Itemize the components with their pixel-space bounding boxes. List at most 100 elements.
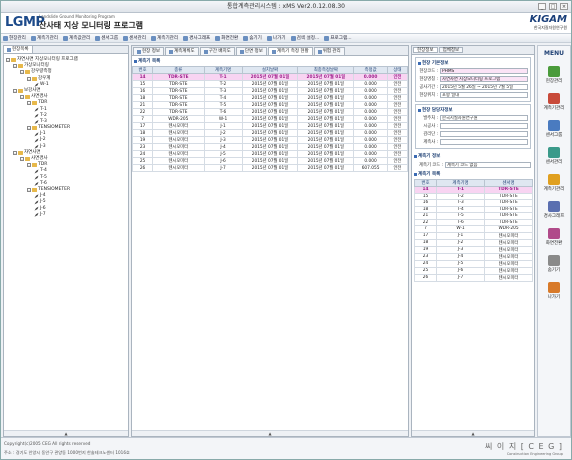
group-code-field[interactable]: 계측기 코드 없음 [445,162,531,168]
table-row[interactable]: 14 TDR-STE T-1 2015년 07월 01일 2015년 07월 01일 0.… [131,73,409,81]
expand-toggle-icon[interactable]: - [20,157,24,162]
table-row[interactable]: 18 텐시오미터 J-2 2015년 07월 01일 2015년 07월 01일 0.00… [131,129,409,137]
list-row[interactable]: 26 J-7 텐시오미터 [414,273,533,282]
minimize-button[interactable]: _ [538,3,546,10]
expand-toggle-icon[interactable]: - [20,95,24,100]
menu-item-4[interactable]: 센서관리 [123,35,146,41]
left-scrollbar[interactable]: ▲ [4,430,128,436]
side-menu-item-6[interactable]: 화면전환 [538,228,570,246]
side-menu-item-3[interactable]: 센서관리 [538,147,570,165]
menu-item-6[interactable]: 경사그래프 [183,35,210,41]
column-header[interactable]: 설치날짜 [241,66,299,74]
table-row[interactable]: 21 TDR-STE T-5 2015년 07월 01일 2015년 07월 01일 0.… [131,101,409,109]
column-header[interactable]: 번호 [131,66,154,74]
table-row[interactable]: 7 WDR-205 W-1 2015년 07월 01일 2015년 07월 01일 0.0… [131,115,409,123]
expand-toggle-icon[interactable]: - [13,64,17,69]
column-header[interactable]: 종류 [152,66,205,74]
list-row[interactable]: 19 J-3 텐시오미터 [414,245,533,254]
right-tab-1[interactable]: 업체정보 [438,47,464,53]
table-row[interactable]: 22 TDR-STE T-6 2015년 07월 01일 2015년 07월 01일 0.… [131,108,409,116]
field-value[interactable]: PHMS [440,68,528,74]
tab-0[interactable]: 현장 정보 [133,47,164,55]
side-menu-item-5[interactable]: 경사그래프 [538,201,570,219]
field-value[interactable] [440,139,528,145]
column-header[interactable]: 계측기명 [203,66,243,74]
right-tab-0[interactable]: 현장정보 [413,47,438,53]
table-row[interactable]: 15 TDR-STE T-2 2015년 07월 01일 2015년 07월 01일 0.… [131,80,409,88]
table-row[interactable]: 25 텐시오미터 J-6 2015년 07월 01일 2015년 07월 01일 0.00… [131,157,409,165]
table-cell: W-1 [203,115,243,123]
menu-item-2[interactable]: 계측값관리 [63,35,90,41]
tab-3[interactable]: 단면 정보 [235,47,267,55]
table-row[interactable]: 19 텐시오미터 J-3 2015년 07월 01일 2015년 07월 01일 0.00… [131,136,409,144]
menu-item-9[interactable]: 나가기 [266,35,286,41]
tab-label: 위험 관리 [322,48,341,54]
menu-item-label: 숨기기 [249,36,262,41]
menu-item-1[interactable]: 계측기관리 [30,35,58,41]
tab-5[interactable]: 위험 관리 [313,47,345,55]
column-header[interactable]: 최종측정날짜 [297,66,355,74]
side-menu-item-8[interactable]: 나가기 [538,282,570,300]
column-header[interactable]: 측정값 [353,66,388,74]
tab-4[interactable]: 계측기 측정 현황 [267,47,313,55]
field-value[interactable]: 2015년 5월 26일 ~ 2015년 7월 5일 [440,84,528,90]
menu-item-8[interactable]: 숨기기 [243,35,262,41]
field-value[interactable]: 한국지질자원연구원 [440,115,528,121]
table-row[interactable]: 26 텐시오미터 J-7 2015년 07월 01일 2015년 07월 01일 607.… [131,164,409,172]
column-header[interactable]: 계측기명 [436,179,485,187]
close-button[interactable]: × [560,3,568,10]
expand-toggle-icon[interactable]: - [27,76,31,81]
expand-toggle-icon[interactable]: - [13,89,17,94]
table-row[interactable]: 24 텐시오미터 J-5 2015년 07월 01일 2015년 07월 01일 0.00… [131,150,409,158]
column-header[interactable]: 번호 [414,179,437,187]
list-row[interactable]: 23 J-4 텐시오미터 [414,252,533,261]
menu-item-0[interactable]: 현장관리 [3,35,26,41]
field-label: 감리단 : [423,132,438,137]
column-header[interactable]: 센서명 [484,179,533,187]
side-menu-item-2[interactable]: 센서그룹 [538,120,570,138]
tree-node[interactable]: J-7 [6,212,126,218]
menu-item-3[interactable]: 센서그룹 [95,35,118,41]
right-scrollbar[interactable]: ▲ [412,430,534,436]
table-cell: 0.000 [353,143,388,151]
table-row[interactable]: 17 텐시오미터 J-1 2015년 07월 01일 2015년 07월 01일 0.00… [131,122,409,130]
maximize-button[interactable]: □ [549,3,557,10]
field-value[interactable] [440,123,528,129]
side-menu-item-1[interactable]: 계측기관리 [538,93,570,111]
side-menu-item-4[interactable]: 계측기관리 [538,174,570,192]
expand-toggle-icon[interactable]: - [27,101,31,106]
tab-1[interactable]: 계측계획도 [165,47,199,55]
list-row[interactable]: 24 J-5 텐시오미터 [414,259,533,268]
menu-item-5[interactable]: 계측기관리 [151,35,178,41]
menu-item-7[interactable]: 화면전환 [215,35,238,41]
list-row[interactable]: 25 J-6 텐시오미터 [414,266,533,275]
side-menu-item-7[interactable]: 숨기기 [538,255,570,273]
menu-item-10[interactable]: 검색 설정... [290,35,319,41]
table-cell: 텐시오미터 [484,252,533,261]
menu-item-11[interactable]: 프로그램... [324,35,352,41]
table-row[interactable]: 16 TDR-STE T-3 2015년 07월 01일 2015년 07월 01일 0.… [131,87,409,95]
center-scrollbar[interactable]: ▲ [132,430,408,436]
expand-toggle-icon[interactable]: - [13,150,17,155]
table-cell: TDR-STE [152,108,205,116]
expand-toggle-icon[interactable]: - [20,70,24,75]
table-cell: 안전 [386,94,409,102]
side-menu-label: 나가기 [547,295,561,300]
side-menu-label: 화면전환 [545,241,563,246]
field-row: 현장위치 : 포항 일대 [418,91,528,99]
expand-toggle-icon[interactable]: - [27,188,31,193]
field-value[interactable]: 자연사면 지상모니터링 프로그램 [440,76,528,82]
field-value[interactable]: 포항 일대 [440,92,528,98]
tab-2[interactable]: 구간 배치도 [199,47,235,55]
field-value[interactable] [440,131,528,137]
expand-toggle-icon[interactable]: - [27,163,31,168]
expand-toggle-icon[interactable]: - [27,126,31,131]
expand-toggle-icon[interactable]: - [6,58,10,63]
table-row[interactable]: 23 텐시오미터 J-4 2015년 07월 01일 2015년 07월 01일 0.00… [131,143,409,151]
side-menu-item-0[interactable]: 현장관리 [538,66,570,84]
list-row[interactable]: 17 J-1 텐시오미터 [414,231,533,240]
list-row[interactable]: 18 J-2 텐시오미터 [414,238,533,247]
tab-site-list[interactable]: 현장목록 [4,46,33,53]
table-row[interactable]: 18 TDR-STE T-4 2015년 07월 01일 2015년 07월 01일 0.… [131,94,409,102]
column-header[interactable]: 상태 [386,66,409,74]
